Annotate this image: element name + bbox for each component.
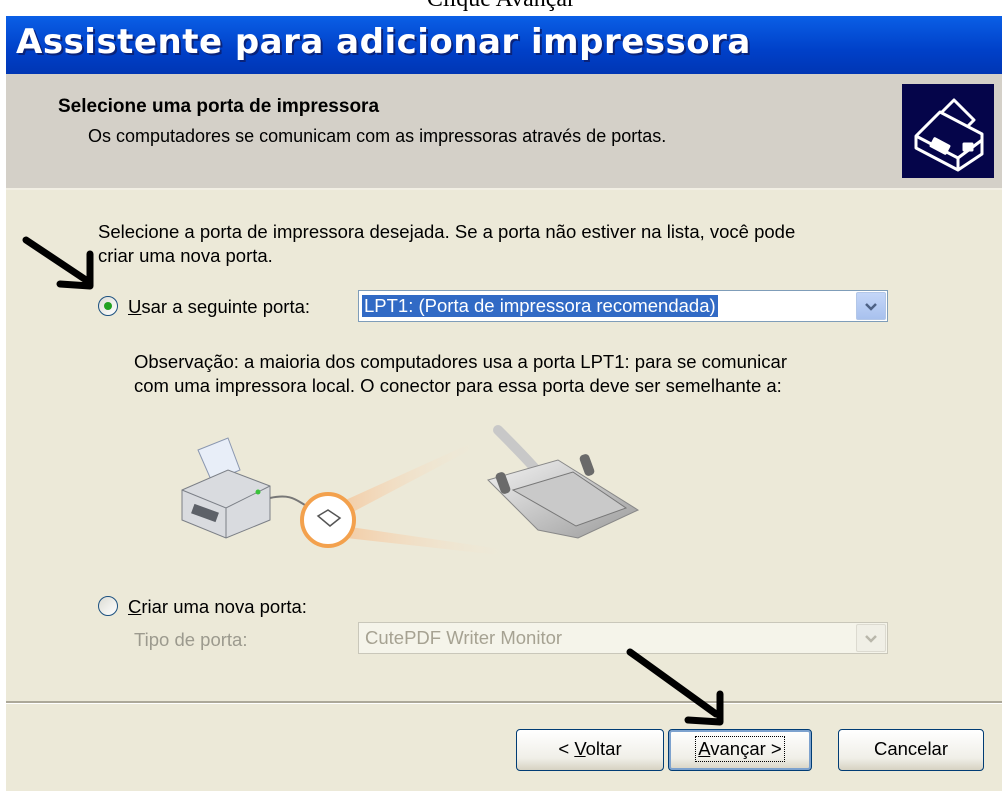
cancel-button-label: Cancelar [873, 738, 949, 759]
port-type-select-value: CutePDF Writer Monitor [365, 627, 563, 648]
back-rest: oltar [585, 738, 622, 759]
instruction-line-2: criar uma nova porta. [98, 245, 273, 266]
note-line-1: Observação: a maioria dos computadores u… [134, 351, 787, 372]
back-button-label: < Voltar [556, 737, 623, 761]
printer-parallel-connector-illustration [178, 420, 678, 570]
next-button[interactable]: Avançar > [668, 729, 812, 771]
header-title: Selecione uma porta de impressora [58, 96, 380, 117]
back-prefix: < [558, 738, 575, 759]
new-port-accel: C [128, 596, 142, 617]
use-port-label-rest: sar a seguinte porta: [141, 296, 311, 317]
next-accel: A [698, 738, 711, 759]
port-select-dropdown-button[interactable] [856, 292, 886, 320]
new-port-label-rest: riar uma nova porta: [141, 596, 307, 617]
next-rest: vançar > [710, 738, 782, 759]
instruction-line-1: Selecione a porta de impressora desejada… [98, 221, 796, 242]
printer-wizard-icon [902, 84, 994, 178]
new-port-radio[interactable] [98, 596, 118, 616]
annotation-arrow-icon [22, 236, 94, 290]
use-port-accel: U [128, 296, 142, 317]
chevron-down-icon [865, 303, 877, 311]
use-port-label[interactable]: Usar a seguinte porta: [128, 295, 310, 319]
back-accel: V [574, 738, 586, 759]
new-port-label[interactable]: Criar uma nova porta: [128, 595, 307, 619]
port-type-label: Tipo de porta: [134, 629, 248, 650]
wizard-header: Selecione uma porta de impressora Os com… [6, 74, 1002, 190]
port-select-value: LPT1: (Porta de impressora recomendada) [361, 294, 719, 318]
annotation-arrow-icon [626, 648, 724, 726]
caption-text: Clique Avançar [0, 0, 1002, 13]
port-select[interactable]: LPT1: (Porta de impressora recomendada) [358, 290, 888, 322]
next-button-label: Avançar > [695, 736, 785, 762]
use-port-radio[interactable] [98, 296, 118, 316]
header-subtitle: Os computadores se comunicam com as impr… [88, 126, 667, 146]
window-titlebar[interactable]: Assistente para adicionar impressora [6, 16, 1002, 74]
back-button[interactable]: < Voltar [516, 729, 664, 771]
cancel-button[interactable]: Cancelar [838, 729, 984, 771]
window-title: Assistente para adicionar impressora [16, 22, 751, 62]
note-line-2: com uma impressora local. O conector par… [134, 375, 782, 396]
chevron-down-icon [865, 635, 877, 643]
radio-selected-dot [104, 302, 112, 310]
port-type-dropdown-button[interactable] [856, 624, 886, 652]
